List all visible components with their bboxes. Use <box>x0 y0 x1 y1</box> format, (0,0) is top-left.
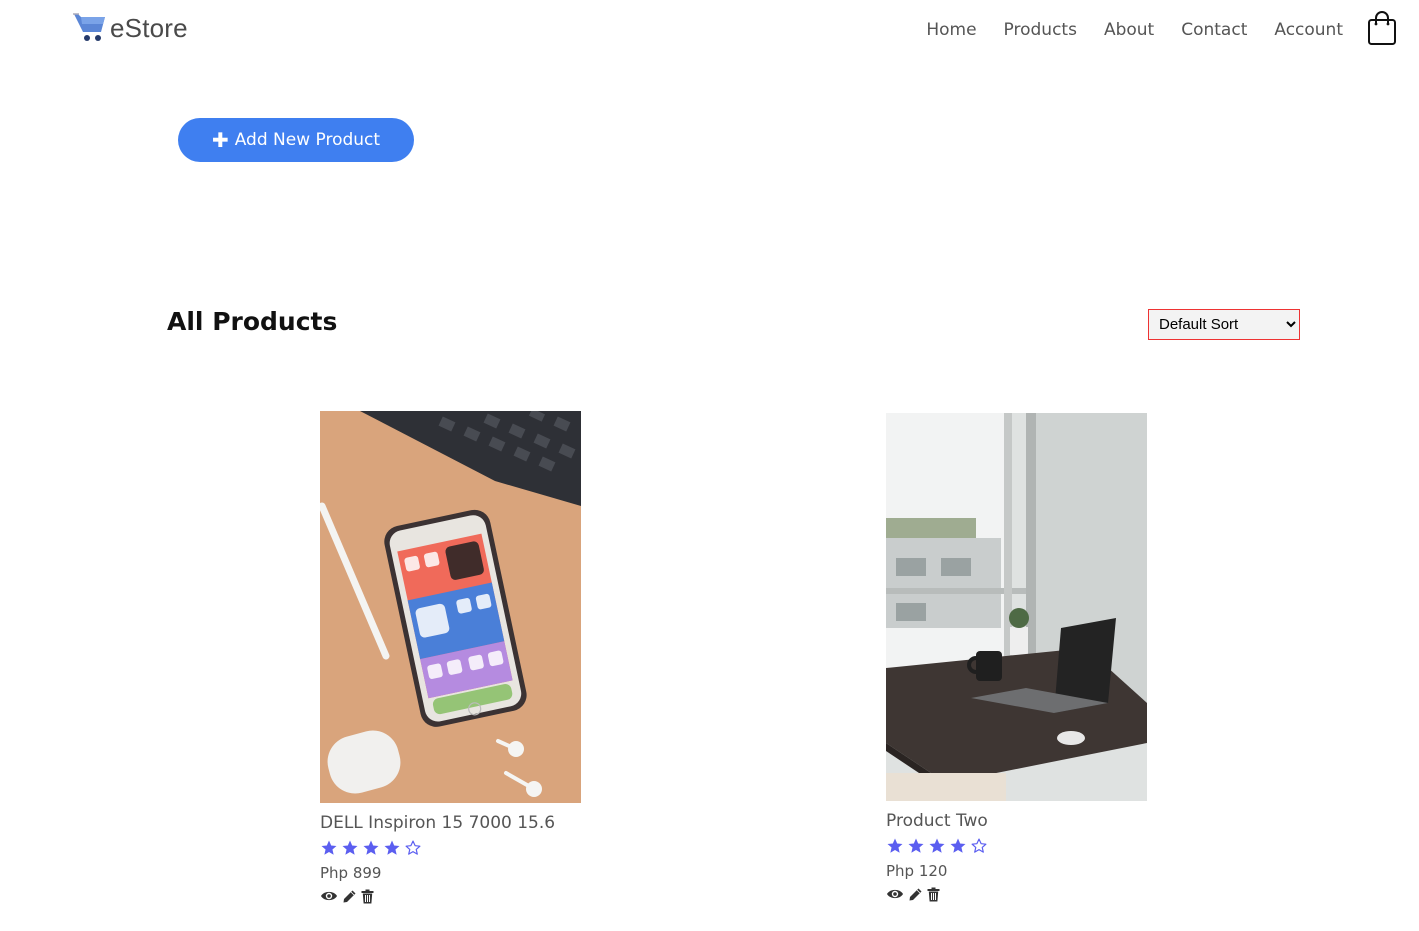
view-icon[interactable] <box>320 889 338 903</box>
star-icon <box>908 838 924 853</box>
star-icon <box>321 840 337 855</box>
add-new-product-button[interactable]: ✚ Add New Product <box>178 118 414 162</box>
section-title: All Products <box>167 307 338 336</box>
smartphone-on-desk-photo <box>320 411 581 803</box>
star-icon <box>929 838 945 853</box>
edit-icon[interactable] <box>342 889 357 904</box>
product-actions <box>320 888 582 904</box>
product-card: Product Two Php 120 <box>886 413 1148 902</box>
brand-logo[interactable]: eStore <box>72 10 188 46</box>
main-nav: Home Products About Contact Account <box>926 20 1343 40</box>
product-price: Php 899 <box>320 864 382 882</box>
product-name[interactable]: Product Two <box>886 810 1148 832</box>
cart-button[interactable] <box>1366 10 1398 46</box>
view-icon[interactable] <box>886 887 904 901</box>
logo-text: eStore <box>110 12 188 43</box>
star-icon <box>887 838 903 853</box>
nav-home[interactable]: Home <box>926 20 976 40</box>
shopping-bag-icon <box>1368 11 1396 45</box>
edit-icon[interactable] <box>908 887 923 902</box>
plus-icon: ✚ <box>211 128 229 152</box>
star-icon <box>950 838 966 853</box>
star-icon <box>363 840 379 855</box>
star-icon <box>342 840 358 855</box>
product-rating <box>320 839 582 857</box>
sort-select[interactable]: Default Sort <box>1148 309 1300 340</box>
nav-account[interactable]: Account <box>1274 20 1343 40</box>
shopping-cart-logo-icon <box>73 13 105 41</box>
product-actions <box>886 886 1148 902</box>
product-name[interactable]: DELL Inspiron 15 7000 15.6 <box>320 812 582 834</box>
laptop-on-table-photo <box>886 413 1147 801</box>
star-outline-icon <box>971 838 987 853</box>
product-rating <box>886 837 1148 855</box>
star-icon <box>384 840 400 855</box>
delete-icon[interactable] <box>361 889 374 904</box>
nav-contact[interactable]: Contact <box>1181 20 1247 40</box>
product-card: DELL Inspiron 15 7000 15.6 Php 899 <box>320 411 582 904</box>
nav-products[interactable]: Products <box>1004 20 1077 40</box>
star-outline-icon <box>405 840 421 855</box>
product-image[interactable] <box>886 413 1147 801</box>
delete-icon[interactable] <box>927 887 940 902</box>
nav-about[interactable]: About <box>1104 20 1154 40</box>
add-new-product-label: Add New Product <box>234 130 381 150</box>
product-image[interactable] <box>320 411 581 803</box>
product-price: Php 120 <box>886 862 948 880</box>
